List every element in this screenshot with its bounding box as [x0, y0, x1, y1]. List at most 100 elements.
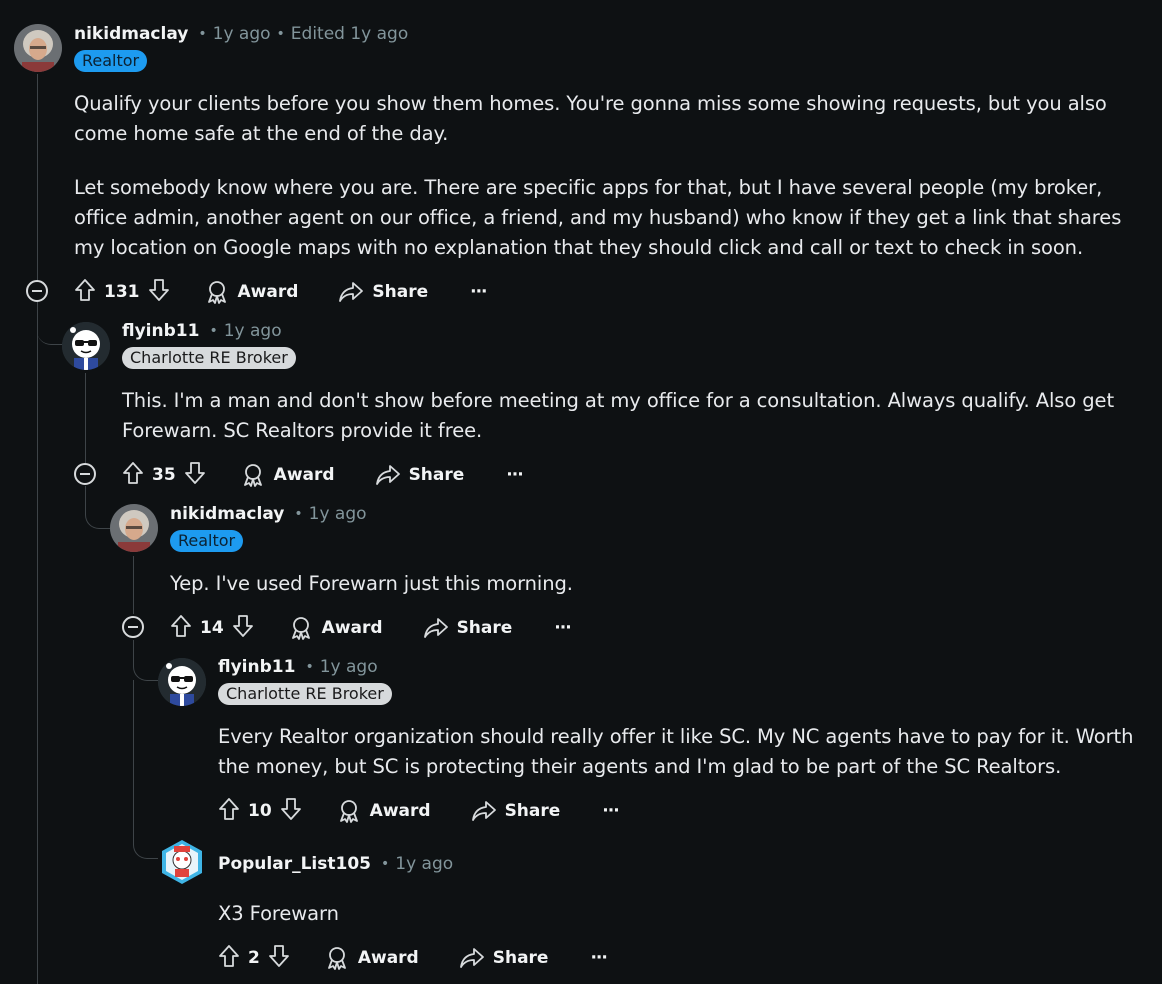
vote-group: 14	[170, 614, 254, 642]
share-label: Share	[456, 618, 513, 638]
downvote-icon[interactable]	[232, 614, 254, 642]
username[interactable]: flyinb11	[218, 657, 295, 677]
more-icon[interactable]: ···	[506, 465, 523, 485]
username[interactable]: nikidmaclay	[74, 24, 188, 44]
share-label: Share	[372, 282, 429, 302]
vote-count: 35	[152, 465, 176, 485]
collapse-icon[interactable]	[122, 616, 144, 638]
award-label: Award	[369, 801, 431, 821]
user-flair: Charlotte RE Broker	[218, 683, 392, 705]
upvote-icon[interactable]	[170, 614, 192, 642]
award-icon	[324, 945, 350, 971]
avatar[interactable]	[110, 504, 158, 552]
separator: •	[209, 323, 218, 339]
award-label: Award	[321, 618, 383, 638]
collapse-icon[interactable]	[26, 280, 48, 302]
vote-count: 14	[200, 618, 224, 638]
comment-meta: nikidmaclay • 1y ago • Edited 1y ago	[74, 24, 408, 44]
comment-meta: flyinb11 • 1y ago	[122, 321, 282, 341]
separator: •	[305, 659, 314, 675]
timestamp[interactable]: 1y ago	[213, 24, 271, 44]
comment-meta: flyinb11 • 1y ago	[218, 657, 378, 677]
upvote-icon[interactable]	[218, 944, 240, 972]
separator: •	[198, 26, 207, 42]
share-label: Share	[492, 948, 549, 968]
comment-body: Qualify your clients before you show the…	[74, 89, 1144, 263]
upvote-icon[interactable]	[122, 461, 144, 489]
thread-line-level-1[interactable]	[37, 74, 38, 984]
comment-meta: Popular_List105 • 1y ago	[218, 854, 453, 874]
share-button[interactable]: Share	[375, 463, 465, 487]
comment-paragraph: X3 Forewarn	[218, 902, 339, 925]
vote-count: 131	[104, 282, 140, 302]
vote-group: 35	[122, 461, 206, 489]
award-button[interactable]: Award	[288, 615, 383, 641]
vote-group: 131	[74, 278, 170, 306]
downvote-icon[interactable]	[280, 797, 302, 825]
comment-meta: nikidmaclay • 1y ago	[170, 504, 367, 524]
avatar[interactable]	[158, 658, 206, 706]
award-button[interactable]: Award	[240, 462, 335, 488]
timestamp[interactable]: 1y ago	[309, 504, 367, 524]
award-icon	[204, 279, 230, 305]
timestamp[interactable]: 1y ago	[320, 657, 378, 677]
share-button[interactable]: Share	[459, 946, 549, 970]
comment-body: Yep. I've used Forewarn just this mornin…	[170, 569, 1130, 599]
more-icon[interactable]: ···	[590, 948, 607, 968]
comment-actions: 2 Award Share ···	[218, 943, 608, 973]
share-label: Share	[504, 801, 561, 821]
share-icon	[423, 616, 449, 640]
downvote-icon[interactable]	[268, 944, 290, 972]
edited-label: Edited 1y ago	[290, 24, 409, 44]
award-label: Award	[273, 465, 335, 485]
share-button[interactable]: Share	[338, 280, 428, 304]
thread-line-level-3[interactable]	[133, 556, 134, 614]
user-flair: Realtor	[74, 50, 148, 72]
username[interactable]: Popular_List105	[218, 854, 371, 874]
award-label: Award	[357, 948, 419, 968]
share-icon	[375, 463, 401, 487]
comment-body: This. I'm a man and don't show before me…	[122, 386, 1122, 446]
downvote-icon[interactable]	[148, 278, 170, 306]
more-icon[interactable]: ···	[470, 282, 487, 302]
share-label: Share	[408, 465, 465, 485]
downvote-icon[interactable]	[184, 461, 206, 489]
share-button[interactable]: Share	[471, 799, 561, 823]
username[interactable]: nikidmaclay	[170, 504, 284, 524]
comment-paragraph: Yep. I've used Forewarn just this mornin…	[170, 572, 573, 595]
share-icon	[338, 280, 364, 304]
comment-body: Every Realtor organization should really…	[218, 722, 1143, 782]
comment-paragraph: Qualify your clients before you show the…	[74, 92, 1107, 145]
share-button[interactable]: Share	[423, 616, 513, 640]
vote-count: 2	[248, 948, 260, 968]
username[interactable]: flyinb11	[122, 321, 199, 341]
timestamp[interactable]: 1y ago	[395, 854, 453, 874]
comment-paragraph: Every Realtor organization should really…	[218, 725, 1134, 778]
user-flair: Charlotte RE Broker	[122, 347, 296, 369]
more-icon[interactable]: ···	[602, 801, 619, 821]
award-button[interactable]: Award	[204, 279, 298, 305]
collapse-icon[interactable]	[74, 463, 96, 485]
comment-actions: 14 Award Share ···	[170, 613, 572, 643]
avatar[interactable]	[14, 24, 62, 72]
award-icon	[288, 615, 314, 641]
thread-line-level-2[interactable]	[85, 373, 86, 463]
thread-connector	[133, 640, 158, 681]
more-icon[interactable]: ···	[554, 618, 571, 638]
avatar[interactable]	[62, 322, 110, 370]
award-icon	[240, 462, 266, 488]
separator: •	[380, 856, 390, 872]
award-button[interactable]: Award	[324, 945, 419, 971]
vote-group: 2	[218, 944, 290, 972]
thread-connector	[85, 486, 110, 529]
upvote-icon[interactable]	[74, 278, 96, 306]
share-icon	[459, 946, 485, 970]
comment-actions: 131 Award Share ···	[74, 277, 488, 307]
upvote-icon[interactable]	[218, 797, 240, 825]
share-icon	[471, 799, 497, 823]
avatar[interactable]	[158, 836, 206, 884]
comment-body: X3 Forewarn	[218, 899, 1118, 929]
award-button[interactable]: Award	[336, 798, 431, 824]
timestamp[interactable]: 1y ago	[224, 321, 282, 341]
vote-count: 10	[248, 801, 272, 821]
